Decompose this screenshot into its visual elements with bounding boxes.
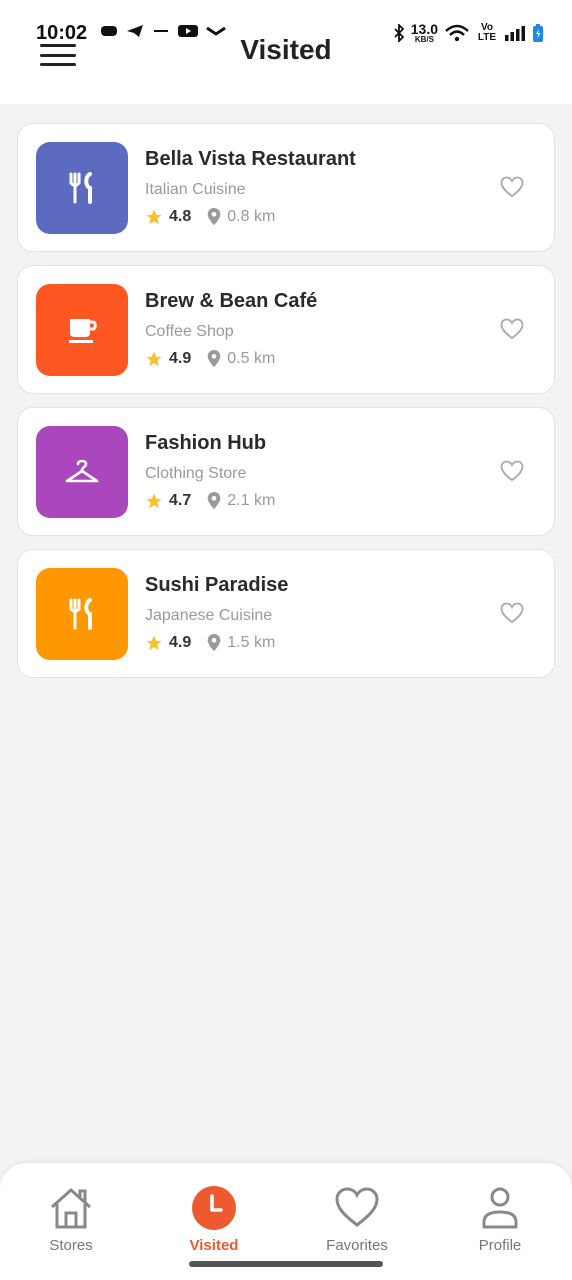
app-header: 10:02 13.0 KB/S Vo LTE Visited [0,0,572,104]
home-icon [50,1188,92,1229]
clock-icon [192,1186,236,1230]
heart-outline-icon [500,460,524,482]
store-name: Fashion Hub [145,432,267,454]
location-pin-icon [207,492,221,510]
store-category: Italian Cuisine [145,181,246,198]
store-name: Bella Vista Restaurant [145,148,356,170]
star-icon [146,635,162,651]
heart-outline-icon [500,318,524,340]
nav-favorites[interactable]: Favorites [297,1185,417,1254]
nav-profile[interactable]: Profile [440,1185,560,1254]
nav-label: Stores [49,1237,93,1254]
favorite-button[interactable] [500,460,524,482]
store-name: Brew & Bean Café [145,290,318,312]
store-name: Sushi Paradise [145,574,289,596]
nav-label: Favorites [326,1237,388,1254]
visited-list: Bella Vista Restaurant Italian Cuisine 4.8… [17,123,555,691]
store-icon-tile [36,284,128,376]
hanger-icon [64,455,100,489]
store-icon-tile [36,426,128,518]
store-rating: 4.8 [169,208,192,225]
nav-visited[interactable]: Visited [154,1185,274,1254]
store-rating: 4.9 [169,350,192,367]
store-rating: 4.7 [169,492,192,509]
nav-label: Visited [189,1237,239,1254]
store-icon-tile [36,142,128,234]
favorite-button[interactable] [500,176,524,198]
store-distance: 0.5 km [227,350,276,367]
store-distance: 1.5 km [227,634,276,651]
store-card[interactable]: Fashion Hub Clothing Store 4.7 2.1 km [17,407,555,536]
store-rating: 4.9 [169,634,192,651]
store-meta: 4.7 2.1 km [145,492,275,510]
favorite-button[interactable] [500,602,524,624]
favorite-button[interactable] [500,318,524,340]
store-category: Clothing Store [145,465,247,482]
store-icon-tile [36,568,128,660]
nav-label: Profile [478,1237,522,1254]
restaurant-icon [65,597,99,631]
heart-outline-icon [500,176,524,198]
store-category: Coffee Shop [145,323,234,340]
coffee-icon [65,313,99,347]
restaurant-icon [65,171,99,205]
star-icon [146,493,162,509]
star-icon [146,351,162,367]
person-icon [482,1187,518,1229]
heart-icon [335,1187,379,1227]
location-pin-icon [207,208,221,226]
store-meta: 4.8 0.8 km [145,208,275,226]
heart-outline-icon [500,602,524,624]
nav-stores[interactable]: Stores [11,1185,131,1254]
store-card[interactable]: Sushi Paradise Japanese Cuisine 4.9 1.5 km [17,549,555,678]
location-pin-icon [207,634,221,652]
store-category: Japanese Cuisine [145,607,273,624]
store-meta: 4.9 1.5 km [145,634,275,652]
home-indicator[interactable] [189,1261,383,1267]
star-icon [146,209,162,225]
store-meta: 4.9 0.5 km [145,350,275,368]
store-card[interactable]: Brew & Bean Café Coffee Shop 4.9 0.5 km [17,265,555,394]
location-pin-icon [207,350,221,368]
page-title: Visited [240,34,332,65]
store-distance: 0.8 km [227,208,276,225]
store-distance: 2.1 km [227,492,276,509]
store-card[interactable]: Bella Vista Restaurant Italian Cuisine 4.8… [17,123,555,252]
